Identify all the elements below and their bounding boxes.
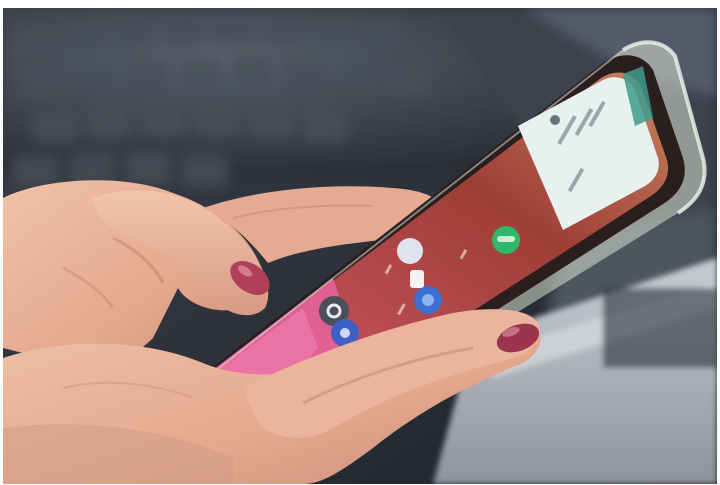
photo-scene — [3, 8, 717, 484]
photo — [3, 8, 717, 484]
app-icon — [410, 270, 424, 288]
app-icon — [397, 238, 423, 264]
